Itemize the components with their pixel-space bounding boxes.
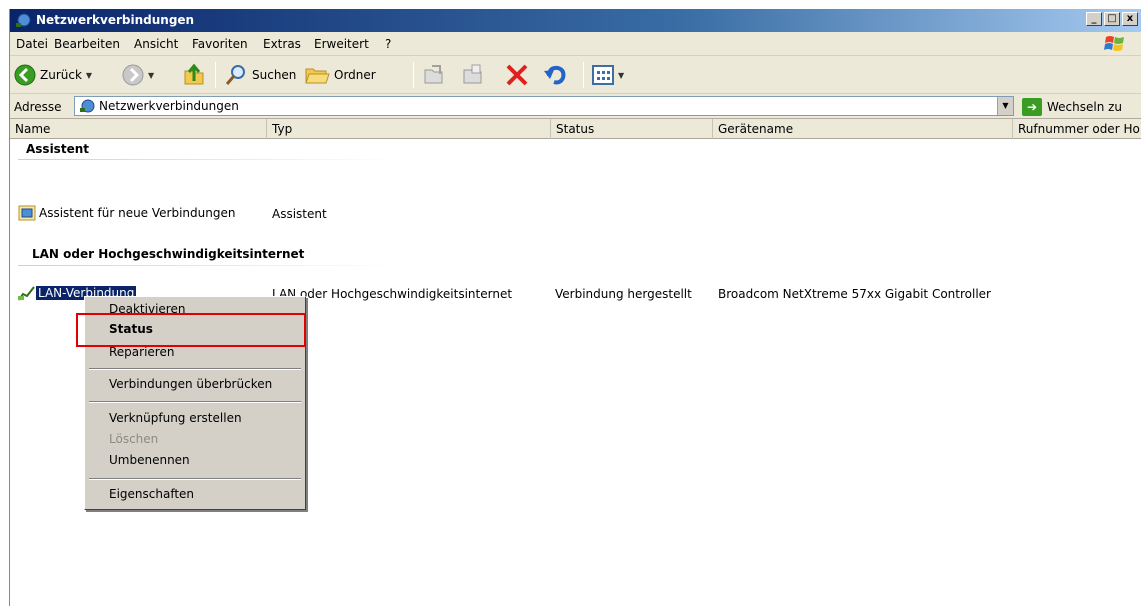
menu-ansicht[interactable]: Ansicht: [134, 37, 178, 51]
address-input[interactable]: Netzwerkverbindungen ▼: [74, 96, 1014, 116]
column-header-status[interactable]: Status: [551, 119, 713, 139]
item-status: Verbindung hergestellt: [555, 287, 692, 301]
delete-button[interactable]: [504, 56, 530, 94]
search-label: Suchen: [252, 68, 297, 82]
chevron-down-icon[interactable]: ▼: [148, 71, 154, 80]
menu-item-rename[interactable]: Umbenennen: [109, 453, 190, 467]
forward-arrow-icon: [122, 64, 144, 86]
menu-erweitert[interactable]: Erweitert: [314, 37, 369, 51]
menu-extras[interactable]: Extras: [263, 37, 301, 51]
up-folder-icon: [184, 63, 204, 85]
back-label: Zurück: [40, 68, 82, 82]
address-label: Adresse: [14, 100, 62, 114]
views-button[interactable]: ▼: [592, 56, 624, 94]
copy-to-icon: [463, 64, 482, 84]
undo-icon: [544, 65, 566, 85]
menu-item-bridge[interactable]: Verbindungen überbrücken: [109, 377, 272, 391]
folders-button[interactable]: Ordner: [304, 56, 376, 94]
column-header-type[interactable]: Typ: [267, 119, 551, 139]
maximize-button[interactable]: □: [1104, 12, 1120, 26]
lan-connection-icon: [18, 286, 35, 301]
go-arrow-icon: ➔: [1022, 98, 1042, 116]
toolbar-separator: [583, 62, 584, 88]
address-dropdown-icon[interactable]: ▼: [997, 97, 1013, 115]
menu-favoriten[interactable]: Favoriten: [192, 37, 248, 51]
delete-x-icon: [506, 64, 528, 86]
menu-separator: [89, 401, 301, 403]
folder-icon: [305, 68, 330, 84]
group-header-assistant: Assistent: [26, 142, 89, 156]
move-to-button[interactable]: [422, 56, 446, 94]
menu-bar: Datei Bearbeiten Ansicht Favoriten Extra…: [10, 32, 1141, 56]
menu-item-properties[interactable]: Eigenschaften: [109, 487, 194, 501]
item-type: Assistent: [272, 207, 327, 221]
column-header-name[interactable]: Name: [10, 119, 267, 139]
menu-item-delete: Löschen: [109, 432, 159, 446]
menu-separator: [89, 478, 301, 480]
forward-button[interactable]: ▼: [122, 56, 154, 94]
back-arrow-icon: [14, 64, 36, 86]
search-button[interactable]: Suchen: [224, 56, 296, 94]
views-icon: [592, 65, 614, 85]
item-device: Broadcom NetXtreme 57xx Gigabit Controll…: [718, 287, 991, 301]
menu-help[interactable]: ?: [385, 37, 391, 51]
group-divider: [18, 159, 398, 160]
group-header-lan: LAN oder Hochgeschwindigkeitsinternet: [32, 247, 305, 261]
menu-datei[interactable]: Datei: [16, 37, 48, 51]
windows-flag-icon: [1104, 36, 1124, 51]
wizard-icon: [18, 205, 36, 221]
undo-button[interactable]: [542, 56, 568, 94]
close-button[interactable]: x: [1122, 12, 1138, 26]
status-highlight-box: [76, 313, 306, 347]
group-divider: [18, 265, 398, 266]
minimize-button[interactable]: _: [1086, 12, 1102, 26]
chevron-down-icon[interactable]: ▼: [86, 71, 92, 80]
network-connections-icon: [80, 99, 95, 113]
item-name: Assistent für neue Verbindungen: [39, 206, 236, 220]
window-title: Netzwerkverbindungen: [36, 13, 195, 27]
move-to-icon: [424, 65, 443, 84]
chevron-down-icon[interactable]: ▼: [618, 71, 624, 80]
list-item[interactable]: Assistent für neue Verbindungen: [18, 205, 235, 221]
search-icon: [225, 65, 245, 85]
title-bar[interactable]: Netzwerkverbindungen _ □ x: [10, 9, 1141, 32]
toolbar: Zurück ▼ ▼ Suchen Ordner ▼: [10, 56, 1141, 94]
go-button[interactable]: ➔ Wechseln zu: [1022, 97, 1122, 117]
back-button[interactable]: Zurück ▼: [14, 56, 92, 94]
column-header-phone[interactable]: Rufnummer oder Ho: [1013, 119, 1141, 139]
menu-item-repair[interactable]: Reparieren: [109, 345, 174, 359]
list-header: Name Typ Status Gerätename Rufnummer ode…: [10, 119, 1141, 139]
menu-bearbeiten[interactable]: Bearbeiten: [54, 37, 120, 51]
item-type: LAN oder Hochgeschwindigkeitsinternet: [272, 287, 513, 301]
up-folder-button[interactable]: [182, 56, 206, 94]
network-connections-icon: [16, 13, 31, 27]
address-bar: Adresse Netzwerkverbindungen ▼ ➔ Wechsel…: [10, 94, 1141, 119]
menu-item-create-shortcut[interactable]: Verknüpfung erstellen: [109, 411, 242, 425]
go-label: Wechseln zu: [1047, 100, 1123, 114]
column-header-device[interactable]: Gerätename: [713, 119, 1013, 139]
copy-to-button[interactable]: [461, 56, 485, 94]
toolbar-separator: [215, 62, 216, 88]
toolbar-separator: [413, 62, 414, 88]
address-value: Netzwerkverbindungen: [99, 99, 239, 113]
menu-separator: [89, 368, 301, 370]
folders-label: Ordner: [334, 68, 376, 82]
